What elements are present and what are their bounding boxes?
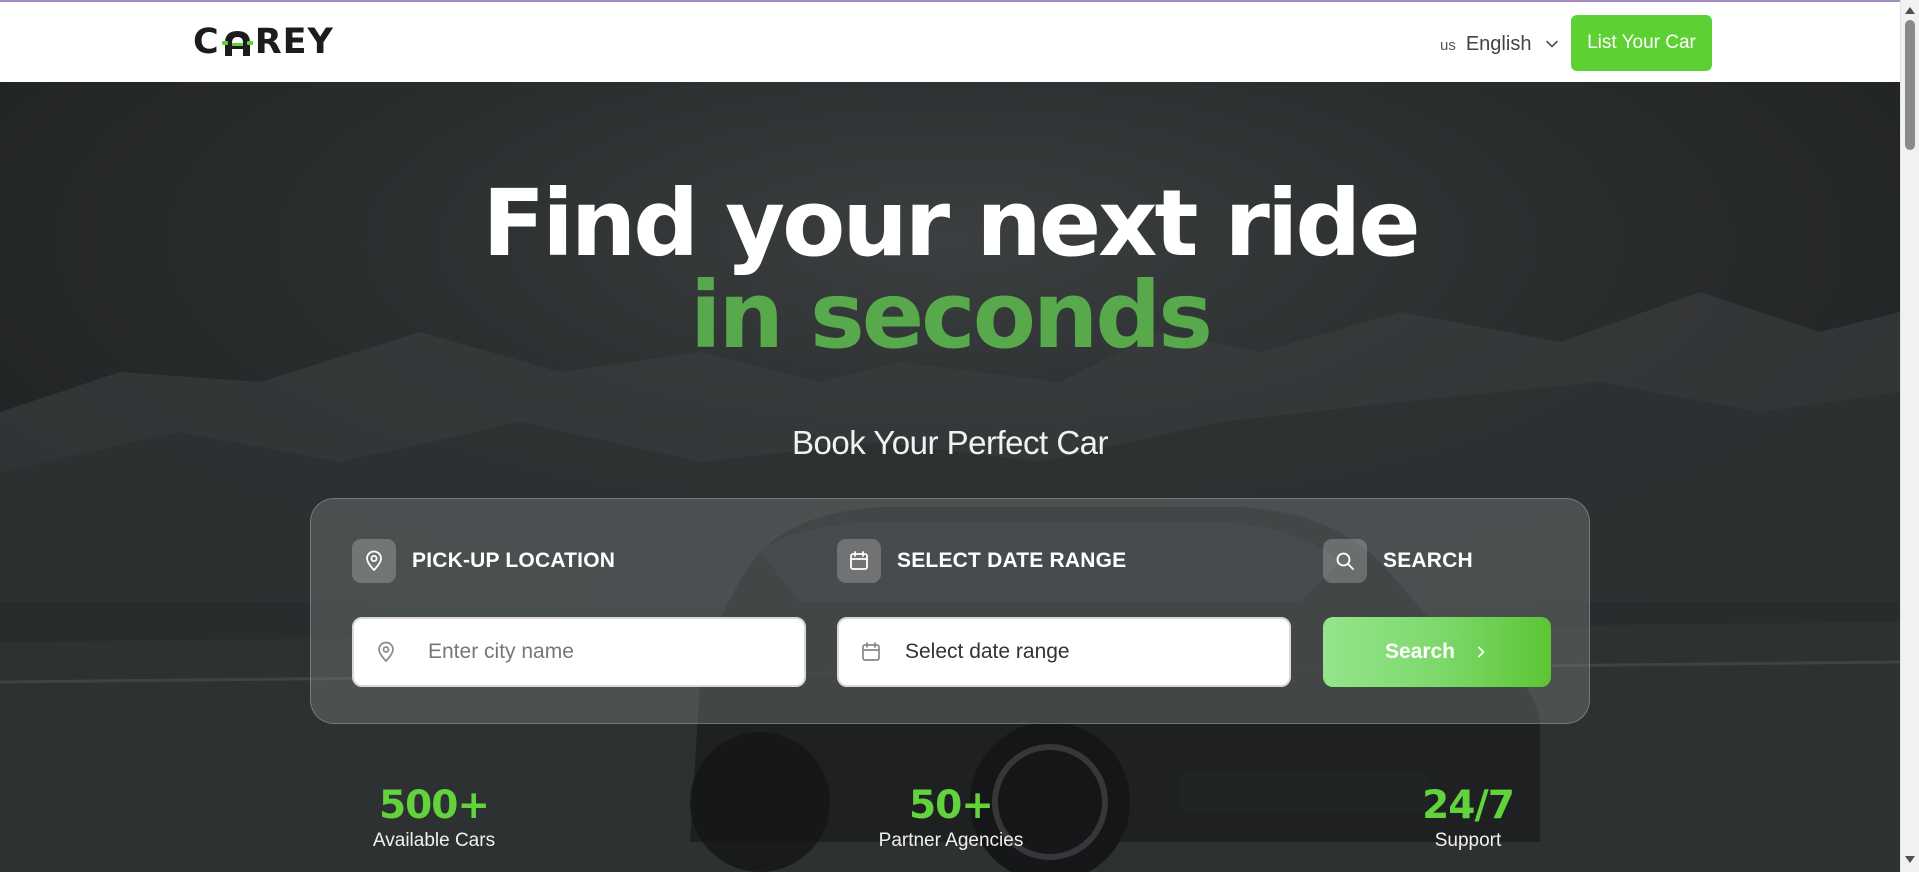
hero-title-line1: Find your next ride <box>482 170 1420 277</box>
logo[interactable]: C REY <box>193 22 334 62</box>
chevron-right-icon <box>1478 646 1485 658</box>
stat-caption: Partner Agencies <box>878 830 1024 851</box>
search-header: SEARCH <box>1323 539 1473 583</box>
booking-panel: PICK-UP LOCATION SELECT DATE RANGE SEARC… <box>310 498 1590 724</box>
search-button[interactable]: Search <box>1323 617 1551 687</box>
hero-subtitle: Book Your Perfect Car <box>791 424 1109 461</box>
scroll-down-arrow-icon[interactable] <box>1905 856 1915 863</box>
hero-section: Find your next ride in seconds Book Your… <box>0 82 1900 872</box>
top-navbar: C REY us English List Your Car <box>0 0 1900 82</box>
scroll-thumb[interactable] <box>1905 20 1915 150</box>
calendar-icon <box>862 642 880 661</box>
date-range-value: Select date range <box>905 640 1070 663</box>
map-pin-icon <box>378 641 394 662</box>
stat-partner-agencies: 50+ Partner Agencies <box>821 784 1081 852</box>
hero-title-line2: in seconds <box>689 262 1213 369</box>
date-range-input[interactable]: Select date range <box>837 617 1291 687</box>
logo-car-glyph <box>221 26 254 58</box>
search-button-label: Search <box>1384 640 1456 663</box>
stat-value: 24/7 <box>1422 783 1515 828</box>
stat-caption: Available Cars <box>372 830 496 851</box>
stat-support: 24/7 Support <box>1338 784 1598 852</box>
pickup-input[interactable] <box>426 639 746 665</box>
pickup-input-wrapper[interactable] <box>352 617 806 687</box>
stat-value: 500+ <box>378 783 490 828</box>
date-label: SELECT DATE RANGE <box>897 549 1127 572</box>
calendar-icon <box>837 539 881 583</box>
logo-text-end: REY <box>254 22 334 62</box>
list-your-car-button[interactable]: List Your Car <box>1571 15 1712 71</box>
scroll-up-arrow-icon[interactable] <box>1905 7 1915 14</box>
page-scrollbar[interactable] <box>1900 0 1919 872</box>
map-pin-icon <box>352 539 396 583</box>
search-label: SEARCH <box>1383 549 1473 572</box>
search-icon <box>1323 539 1367 583</box>
logo-text-start: C <box>193 22 220 62</box>
language-selector[interactable]: us English <box>1440 30 1559 58</box>
language-label: English <box>1465 32 1532 55</box>
stat-available-cars: 500+ Available Cars <box>304 784 564 852</box>
date-header: SELECT DATE RANGE <box>837 539 1126 583</box>
stat-value: 50+ <box>909 783 994 828</box>
page: C REY us English List Your Car Find your… <box>0 0 1919 872</box>
pickup-label: PICK-UP LOCATION <box>412 549 616 572</box>
chevron-down-icon <box>1545 37 1559 51</box>
stat-caption: Support <box>1434 830 1502 851</box>
pickup-header: PICK-UP LOCATION <box>352 539 615 583</box>
flag-us: us <box>1440 37 1456 54</box>
